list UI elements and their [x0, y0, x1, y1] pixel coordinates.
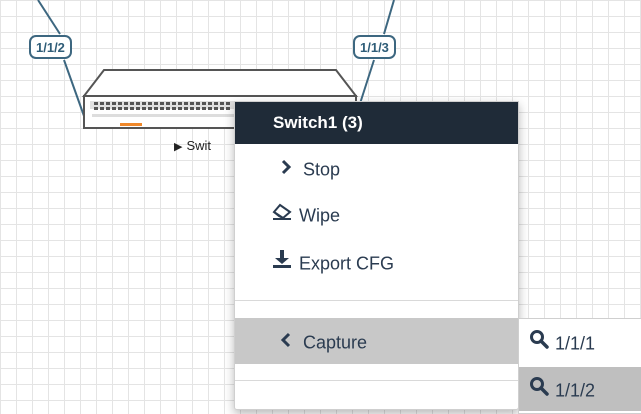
wipe-menu-item[interactable]: Wipe	[235, 194, 518, 234]
wipe-label: Wipe	[299, 205, 341, 226]
node-label[interactable]: ▶ Swit	[174, 138, 211, 153]
stop-label: Stop	[303, 159, 341, 180]
context-menu-title: Switch1 (3)	[235, 102, 518, 144]
port-led	[120, 123, 142, 126]
capture-port-item[interactable]: 1/1/1	[519, 320, 641, 364]
capture-label: Capture	[303, 332, 368, 353]
chevron-left-icon	[275, 319, 297, 365]
chevron-right-icon	[275, 149, 297, 189]
search-icon	[527, 368, 551, 412]
link-line-left-lower	[63, 59, 85, 117]
node-name: Swit	[186, 138, 212, 153]
capture-port-label: 1/1/2	[555, 380, 596, 401]
link-label-left[interactable]: 1/1/2	[29, 35, 72, 59]
search-icon	[527, 321, 551, 365]
stop-menu-item[interactable]: Stop	[235, 148, 518, 188]
eraser-icon	[271, 195, 293, 235]
download-icon	[271, 243, 293, 283]
link-label-right[interactable]: 1/1/3	[353, 35, 396, 59]
capture-submenu: 1/1/1 1/1/2	[518, 318, 641, 414]
capture-port-item[interactable]: 1/1/2	[519, 367, 641, 411]
link-line-right	[383, 0, 395, 35]
context-menu: Switch1 (3) Stop Wipe Export CFG Capture	[234, 101, 519, 410]
capture-menu-item[interactable]: Capture	[235, 318, 518, 364]
export-cfg-label: Export CFG	[299, 253, 395, 274]
menu-divider-bottom	[235, 380, 518, 381]
capture-port-label: 1/1/1	[555, 333, 596, 354]
node-status-icon: ▶	[174, 141, 183, 153]
link-line-left	[37, 0, 61, 35]
export-cfg-menu-item[interactable]: Export CFG	[235, 242, 518, 282]
topology-canvas[interactable]: 1/1/2 1/1/3 ▶ Swit Switch1 (3) Stop Wipe …	[0, 0, 641, 414]
menu-divider	[235, 300, 518, 301]
